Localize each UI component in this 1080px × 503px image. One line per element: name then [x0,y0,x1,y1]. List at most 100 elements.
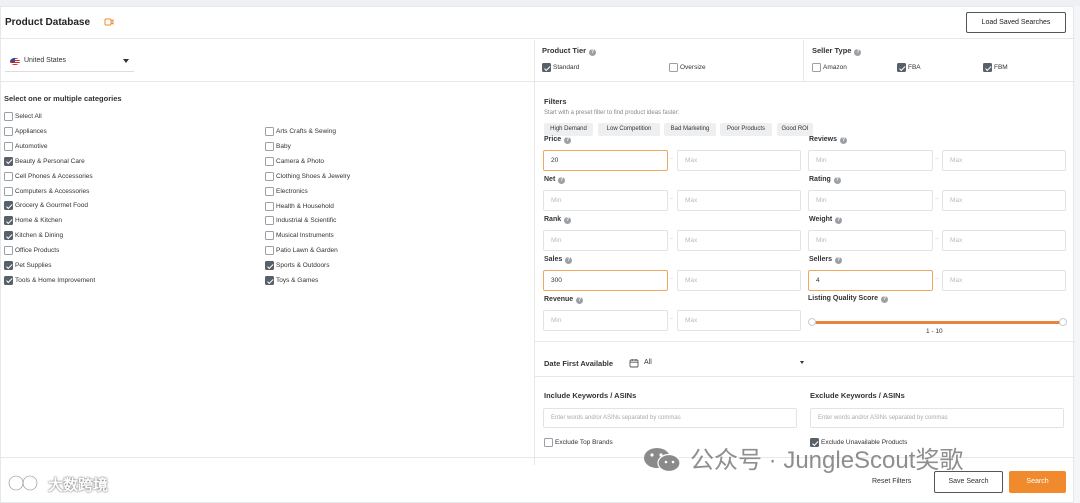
slider-max-handle[interactable] [1059,318,1067,326]
exclude-keywords-input[interactable]: Enter words and/or ASINs separated by co… [810,408,1064,428]
country-select[interactable]: United States [5,51,134,72]
help-icon[interactable]: ? [589,49,597,56]
revenue-max-input[interactable]: Max [677,310,801,331]
rank-max-input[interactable]: Max [677,230,801,251]
sellers-max-input[interactable]: Max [942,270,1066,291]
checkbox-box[interactable] [897,63,906,72]
help-icon[interactable]: ? [834,257,842,264]
checkbox-box[interactable] [265,127,274,136]
page-title: Product Database [5,17,91,28]
checkbox-box[interactable] [4,246,13,256]
checkbox-box[interactable] [544,438,553,447]
checkbox-box[interactable] [265,171,274,181]
help-icon[interactable]: ? [840,137,848,144]
rank-min-input[interactable]: Min [543,230,668,251]
checkbox-box[interactable] [265,141,274,151]
video-icon[interactable] [104,17,114,27]
checkbox-box[interactable] [265,276,274,285]
preset-chip[interactable]: High Demand [544,123,593,136]
checkbox-box[interactable] [4,216,13,226]
reviews-min-input[interactable]: Min [808,150,933,171]
date-first-available-select[interactable]: All [644,359,652,366]
listing-quality-score-slider[interactable] [813,321,1063,324]
price-min-input[interactable]: 20 [543,150,668,171]
checkbox-box[interactable] [265,261,274,271]
divider [535,376,1075,377]
help-icon[interactable]: ? [881,296,889,303]
checkbox-box[interactable] [4,156,13,166]
help-icon[interactable]: ? [833,177,841,184]
price-max-input[interactable]: Max [677,150,801,171]
checkbox-label: Appliances [15,127,47,135]
help-icon[interactable]: ? [835,217,843,224]
load-saved-searches-button[interactable]: Load Saved Searches [966,12,1066,33]
checkbox-box[interactable] [812,63,821,72]
price-label: Price? [544,136,572,144]
include-keywords-input[interactable]: Enter words and/or ASINs separated by co… [543,408,797,428]
rating-max-input[interactable]: Max [942,190,1066,211]
net-min-input[interactable]: Min [543,190,668,211]
checkbox-box[interactable] [4,231,13,241]
checkbox-box[interactable] [265,156,274,166]
range-separator: – [935,276,939,282]
checkbox-box[interactable] [265,246,274,256]
revenue-label-text: Revenue [544,296,574,303]
checkbox-box[interactable] [4,201,13,211]
net-label-text: Net [544,176,556,183]
seller-type-label: Seller Type? [812,46,862,56]
checkbox-box[interactable] [4,141,13,151]
rating-min-input[interactable]: Min [808,190,933,211]
checkbox-box[interactable] [265,231,274,241]
help-icon[interactable]: ? [565,257,573,264]
revenue-label: Revenue? [544,296,584,304]
help-icon[interactable]: ? [576,297,584,304]
checkbox-box[interactable] [265,186,274,196]
watermark-right: 公众号 · JungleScout奖歌 [690,447,964,474]
checkbox-box[interactable] [4,275,13,285]
help-icon[interactable]: ? [564,217,572,224]
checkbox-box[interactable] [4,112,13,121]
search-button[interactable]: Search [1009,471,1066,493]
checkbox-box[interactable] [265,216,274,226]
checkbox-label: Tools & Home Improvement [15,276,96,284]
help-icon[interactable]: ? [854,49,862,56]
net-max-input[interactable]: Max [677,190,801,211]
preset-chip[interactable]: Low Competition [598,123,660,136]
filters-subtitle: Start with a preset filter to find produ… [544,110,680,116]
checkbox-label: Patio Lawn & Garden [276,247,338,255]
preset-chip[interactable]: Bad Marketing [664,123,716,136]
listing-quality-score-label-text: Listing Quality Score [808,295,879,302]
checkbox-box[interactable] [542,63,551,72]
help-icon[interactable]: ? [558,177,566,184]
sales-min-input[interactable]: 300 [543,270,668,291]
revenue-min-input[interactable]: Min [543,310,668,331]
checkbox-box[interactable] [983,63,992,72]
checkbox-label: Beauty & Personal Care [15,157,85,165]
checkbox-box[interactable] [265,201,274,211]
reset-filters-button[interactable]: Reset Filters [872,478,911,485]
checkbox-box[interactable] [4,171,13,181]
reviews-label: Reviews? [809,136,848,144]
include-keywords-label: Include Keywords / ASINs [544,391,637,400]
checkbox-label: Office Products [15,247,60,255]
sales-max-input[interactable]: Max [677,270,801,291]
checkbox-label: Sports & Outdoors [276,262,330,270]
reviews-label-text: Reviews [809,136,838,143]
checkbox-label: Select All [15,113,42,120]
chevron-down-icon[interactable] [800,361,804,364]
checkbox-box[interactable] [4,126,13,136]
slider-min-handle[interactable] [808,318,816,326]
preset-chip[interactable]: Poor Products [720,123,772,136]
weight-max-input[interactable]: Max [942,230,1066,251]
checkbox-label: FBA [908,64,921,71]
checkbox-box[interactable] [4,186,13,196]
help-icon[interactable]: ? [564,137,572,144]
reviews-max-input[interactable]: Max [942,150,1066,171]
sellers-label: Sellers? [809,256,842,264]
weight-min-input[interactable]: Min [808,230,933,251]
sellers-min-input[interactable]: 4 [808,270,933,291]
country-selected-label: United States [24,57,67,64]
checkbox-box[interactable] [4,261,13,270]
preset-chip[interactable]: Good ROI [777,123,813,136]
checkbox-box[interactable] [669,63,678,72]
